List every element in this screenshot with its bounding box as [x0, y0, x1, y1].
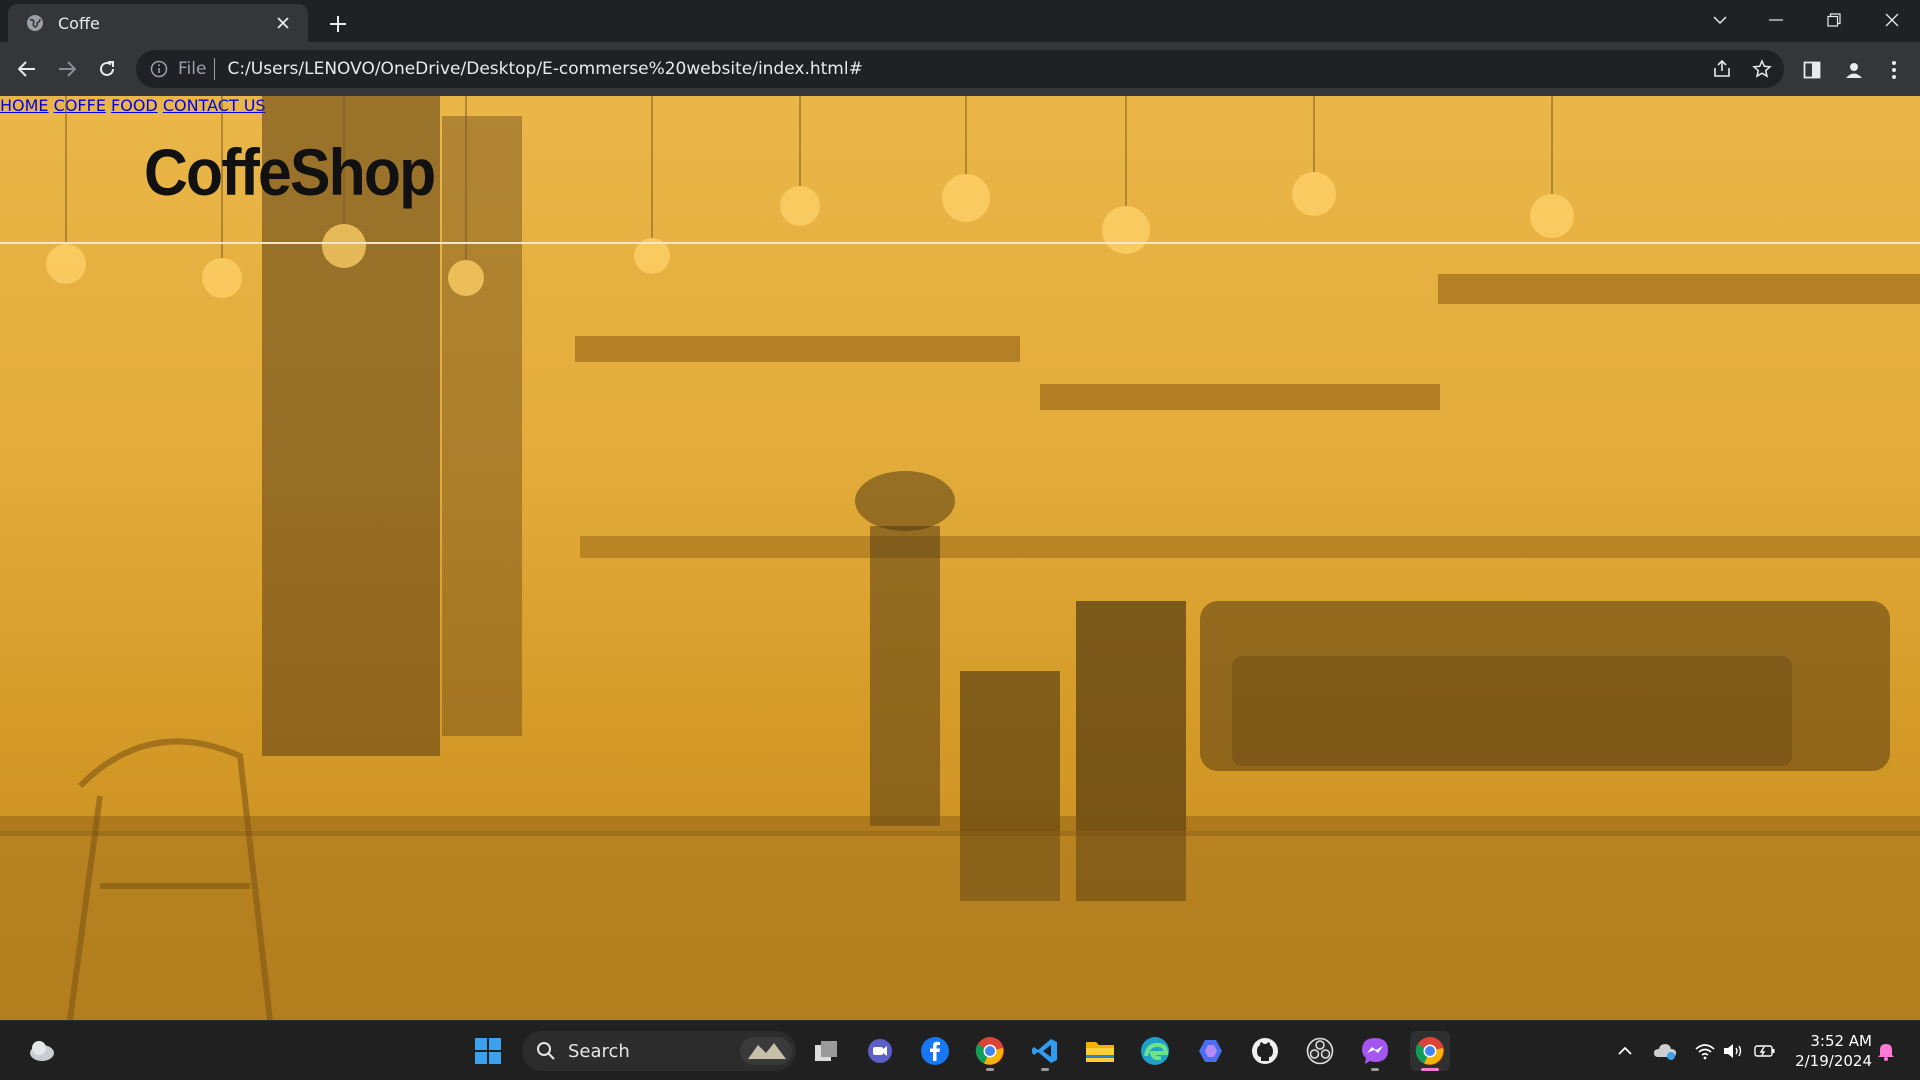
clock-time: 3:52 AM — [1810, 1032, 1872, 1050]
taskbar-search[interactable]: Search — [522, 1031, 796, 1071]
clock-date: 2/19/2024 — [1795, 1052, 1872, 1070]
facebook-icon — [921, 1037, 949, 1065]
url-text[interactable]: C:/Users/LENOVO/OneDrive/Desktop/E-comme… — [227, 59, 862, 79]
tab-search-button[interactable] — [1692, 0, 1748, 40]
edge-button[interactable] — [1135, 1031, 1175, 1071]
share-button[interactable] — [1704, 51, 1740, 87]
star-icon — [1752, 59, 1772, 78]
minimize-icon — [1769, 19, 1783, 21]
plus-icon — [330, 16, 346, 32]
globe-icon — [26, 14, 44, 32]
obs-button[interactable] — [1300, 1031, 1340, 1071]
file-explorer-button[interactable] — [1080, 1031, 1120, 1071]
active-indicator — [1421, 1068, 1439, 1071]
address-bar[interactable]: File C:/Users/LENOVO/OneDrive/Desktop/E-… — [136, 50, 1784, 88]
forward-button[interactable] — [52, 54, 82, 84]
restore-button[interactable] — [1806, 0, 1862, 40]
wifi-icon — [1695, 1044, 1715, 1060]
onedrive-button[interactable] — [1653, 1039, 1677, 1063]
wifi-button[interactable] — [1693, 1039, 1717, 1063]
brand-logo[interactable]: CoffeShop — [144, 134, 436, 210]
coffee-shop-background-image — [0, 96, 1920, 1020]
github-button[interactable] — [1245, 1031, 1285, 1071]
profile-icon — [1846, 63, 1862, 78]
volume-icon — [1724, 1044, 1742, 1058]
arrow-left-icon — [18, 61, 35, 77]
reload-button[interactable] — [92, 54, 122, 84]
new-tab-button[interactable] — [322, 8, 354, 40]
messenger-button[interactable] — [1355, 1031, 1395, 1071]
task-view-button[interactable] — [806, 1031, 846, 1071]
show-hidden-icons-button[interactable] — [1613, 1039, 1637, 1063]
page-viewport: CoffeShop HOME COFFE FOOD CONTACT US — [0, 96, 1920, 1020]
arrow-right-icon — [59, 61, 76, 77]
file-explorer-icon — [1086, 1042, 1114, 1062]
chevron-down-icon — [1713, 16, 1727, 25]
browser-tab[interactable]: Coffe — [8, 4, 308, 42]
copilot-button[interactable] — [1190, 1031, 1230, 1071]
chevron-up-icon — [1618, 1046, 1632, 1055]
browser-toolbar: File C:/Users/LENOVO/OneDrive/Desktop/E-… — [0, 42, 1920, 96]
chrome-button[interactable] — [970, 1031, 1010, 1071]
menu-button[interactable] — [1878, 54, 1910, 86]
weather-widget-icon — [30, 1041, 54, 1061]
copilot-icon — [1199, 1040, 1222, 1062]
search-icon — [537, 1042, 555, 1060]
messenger-icon — [1362, 1038, 1388, 1064]
side-panel-button[interactable] — [1796, 54, 1828, 86]
minimize-button[interactable] — [1748, 0, 1804, 40]
system-clock[interactable]: 3:52 AM 2/19/2024 — [1780, 1031, 1872, 1071]
chrome-icon — [975, 1037, 1004, 1065]
bookmark-button[interactable] — [1744, 51, 1780, 87]
search-highlight-icon — [740, 1037, 792, 1065]
onedrive-icon — [1654, 1044, 1676, 1060]
kebab-menu-icon — [1892, 61, 1896, 79]
battery-button[interactable] — [1753, 1039, 1777, 1063]
running-indicator — [1041, 1068, 1049, 1071]
restore-icon — [1827, 13, 1841, 27]
header-divider — [0, 242, 1920, 244]
meet-icon — [868, 1039, 892, 1063]
task-view-icon — [815, 1041, 837, 1061]
close-window-button[interactable] — [1864, 0, 1920, 40]
obs-icon — [1306, 1037, 1334, 1065]
address-separator — [214, 58, 216, 80]
windows-start-icon — [475, 1038, 501, 1064]
back-button[interactable] — [12, 54, 42, 84]
notifications-button[interactable] — [1874, 1039, 1898, 1063]
bell-icon — [1878, 1044, 1894, 1061]
share-icon — [1714, 59, 1730, 77]
vscode-button[interactable] — [1025, 1031, 1065, 1071]
running-indicator — [1371, 1068, 1379, 1071]
search-label: Search — [568, 1040, 630, 1062]
facebook-button[interactable] — [915, 1031, 955, 1071]
vscode-icon — [1032, 1039, 1057, 1063]
address-scheme-label: File — [178, 59, 207, 79]
start-button[interactable] — [468, 1031, 508, 1071]
chrome-icon — [1415, 1037, 1444, 1065]
volume-button[interactable] — [1721, 1039, 1745, 1063]
chrome-active-button[interactable] — [1410, 1031, 1450, 1071]
close-icon — [1885, 13, 1899, 27]
side-panel-icon — [1803, 61, 1821, 79]
reload-icon — [100, 61, 114, 76]
windows-taskbar: Search 3:52 AM 2/19/2024 — [0, 1020, 1920, 1080]
info-icon[interactable] — [150, 60, 168, 78]
battery-icon — [1754, 1045, 1775, 1057]
meet-button[interactable] — [860, 1031, 900, 1071]
tab-strip: Coffe — [0, 0, 1920, 42]
profile-button[interactable] — [1838, 54, 1870, 86]
running-indicator — [986, 1068, 994, 1071]
edge-icon — [1141, 1037, 1169, 1065]
github-icon — [1252, 1038, 1278, 1064]
close-tab-icon[interactable] — [272, 12, 294, 34]
tab-title: Coffe — [58, 13, 100, 33]
widgets-button[interactable] — [22, 1031, 62, 1071]
